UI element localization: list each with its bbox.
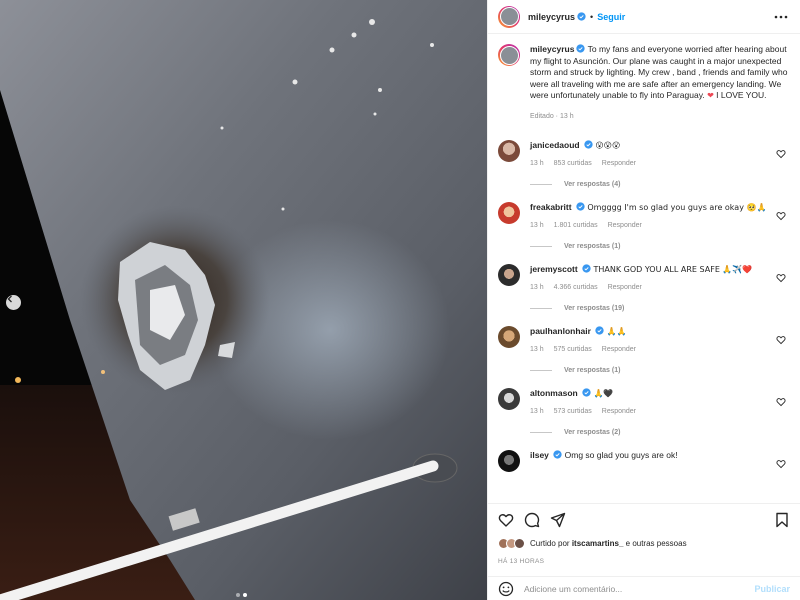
view-replies-button[interactable]: Ver respostas (2) (530, 429, 790, 436)
verified-badge-icon (595, 326, 604, 335)
view-replies-button[interactable]: Ver respostas (4) (530, 181, 790, 188)
comment-item: ilsey Omg so glad you guys are ok! (498, 450, 790, 472)
post-actions-bar (488, 503, 800, 535)
verified-badge-icon (582, 264, 591, 273)
comment-item: paulhanlonhair 🙏🙏 13 h 575 curtidas Respon… (498, 326, 790, 353)
comment-text: 😮😮😮 (595, 141, 621, 150)
carousel-prev-button[interactable] (6, 295, 21, 310)
view-replies-button[interactable]: Ver respostas (1) (530, 367, 790, 374)
comment-likes[interactable]: 1.801 curtidas (554, 222, 598, 229)
avatar[interactable] (498, 326, 520, 348)
avatar[interactable] (498, 44, 520, 66)
comment-username[interactable]: altonmason (530, 388, 578, 398)
airplane-wing-photo (0, 0, 487, 600)
heart-icon[interactable] (776, 397, 786, 407)
post-timestamp[interactable]: HÁ 13 HORAS (498, 558, 544, 565)
more-horizontal-icon[interactable] (774, 11, 788, 23)
publish-button[interactable]: Publicar (754, 584, 790, 594)
verified-badge-icon (576, 202, 585, 211)
view-replies-label: Ver respostas (1) (564, 367, 621, 374)
liked-by-row: Curtido por itscamartins_ e outras pesso… (498, 535, 790, 551)
comment-icon[interactable] (524, 512, 540, 528)
avatar[interactable] (498, 264, 520, 286)
comment-likes[interactable]: 575 curtidas (554, 346, 592, 353)
verified-badge-icon (582, 388, 591, 397)
comment-likes[interactable]: 573 curtidas (554, 408, 592, 415)
liked-by-user[interactable]: itscamartins_ (572, 539, 624, 548)
avatar[interactable] (498, 388, 520, 410)
caption-tail: I LOVE YOU. (716, 90, 767, 100)
reply-button[interactable]: Responder (602, 408, 636, 415)
separator-dot: • (590, 11, 594, 22)
avatar[interactable] (498, 202, 520, 224)
comment-likes[interactable]: 4.366 curtidas (554, 284, 598, 291)
reply-button[interactable]: Responder (602, 160, 636, 167)
view-replies-label: Ver respostas (19) (564, 305, 625, 312)
comment-time: 13 h (530, 408, 544, 415)
comment-time: 13 h (530, 160, 544, 167)
liked-by-prefix: Curtido por (530, 538, 570, 548)
comment-likes[interactable]: 853 curtidas (554, 160, 592, 167)
comment-text: 🙏🖤 (593, 389, 614, 398)
comment-text: Omg so glad you guys are ok! (564, 450, 678, 460)
comment-item: altonmason 🙏🖤 13 h 573 curtidas Responder (498, 388, 790, 415)
reply-button[interactable]: Responder (608, 222, 642, 229)
post-username[interactable]: mileycyrus (528, 12, 575, 22)
comment-text: Omgggg I'm so glad you guys are okay 🥺🙏 (587, 203, 767, 212)
liked-by-suffix[interactable]: e outras pessoas (626, 539, 687, 548)
view-replies-button[interactable]: Ver respostas (19) (530, 305, 790, 312)
comment-text: THANK GOD YOU ALL ARE SAFE 🙏✈️❤️ (593, 265, 753, 274)
comment-input[interactable] (524, 583, 755, 594)
heart-icon[interactable] (776, 273, 786, 283)
bookmark-icon[interactable] (774, 512, 790, 528)
verified-badge-icon (577, 12, 586, 21)
comment-username[interactable]: ilsey (530, 450, 549, 460)
comments-list[interactable]: mileycyrus To my fans and everyone worri… (488, 34, 800, 503)
post-header: mileycyrus • Seguir (488, 0, 800, 34)
view-replies-button[interactable]: Ver respostas (1) (530, 243, 790, 250)
post-media[interactable] (0, 0, 487, 600)
post-side-panel: mileycyrus • Seguir mileycyrus To my fan… (487, 0, 800, 600)
verified-badge-icon (576, 44, 586, 53)
add-comment-bar: Publicar (488, 576, 800, 600)
comment-username[interactable]: jeremyscott (530, 264, 578, 274)
caption-meta: Editado · 13 h (530, 112, 574, 120)
emoji-icon[interactable] (498, 581, 514, 597)
view-replies-label: Ver respostas (1) (564, 243, 621, 250)
heart-icon[interactable] (776, 211, 786, 221)
avatar[interactable] (498, 450, 520, 472)
comment-text: 🙏🙏 (606, 327, 627, 336)
carousel-dot (236, 593, 240, 597)
carousel-indicator (236, 593, 247, 597)
comment-username[interactable]: freakabritt (530, 202, 572, 212)
carousel-dot-active (243, 593, 247, 597)
comment-item: freakabritt Omgggg I'm so glad you guys … (498, 202, 790, 229)
avatar[interactable] (514, 537, 525, 549)
comment-item: janicedaoud 😮😮😮 13 h 853 curtidas Responde… (498, 140, 790, 167)
caption-username[interactable]: mileycyrus (530, 44, 574, 54)
avatar[interactable] (498, 5, 520, 28)
follow-button[interactable]: Seguir (597, 12, 625, 22)
comment-time: 13 h (530, 346, 544, 353)
post-caption: mileycyrus To my fans and everyone worri… (498, 44, 790, 132)
comment-time: 13 h (530, 284, 544, 291)
comment-username[interactable]: paulhanlonhair (530, 326, 591, 336)
heart-icon[interactable] (776, 149, 786, 159)
heart-icon[interactable] (776, 335, 786, 345)
reply-button[interactable]: Responder (602, 346, 636, 353)
share-icon[interactable] (550, 512, 566, 528)
heart-icon[interactable] (498, 512, 514, 528)
comment-time: 13 h (530, 222, 544, 229)
view-replies-label: Ver respostas (2) (564, 429, 621, 436)
verified-badge-icon (553, 450, 562, 459)
chevron-left-icon (7, 295, 12, 303)
comment-item: jeremyscott THANK GOD YOU ALL ARE SAFE 🙏… (498, 264, 790, 291)
verified-badge-icon (584, 140, 593, 149)
comment-username[interactable]: janicedaoud (530, 140, 580, 150)
heart-icon[interactable] (776, 459, 786, 469)
caption-heart-emoji: ❤ (707, 91, 714, 100)
reply-button[interactable]: Responder (608, 284, 642, 291)
avatar[interactable] (498, 140, 520, 162)
view-replies-label: Ver respostas (4) (564, 181, 621, 188)
